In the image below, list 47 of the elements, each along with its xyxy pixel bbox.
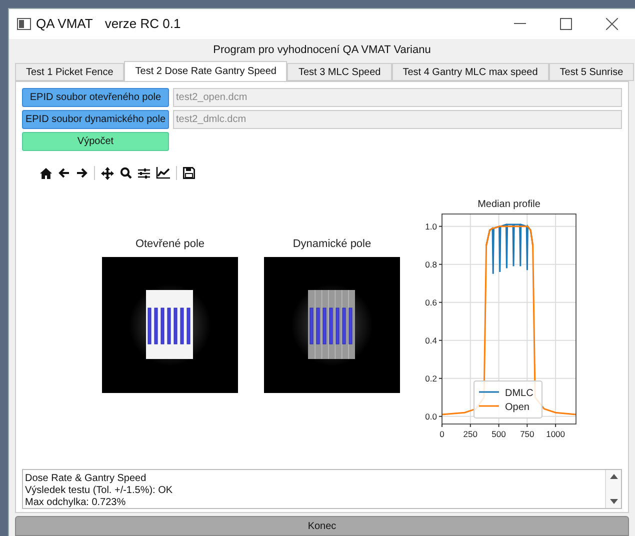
minimize-icon	[514, 23, 526, 25]
program-heading: Program pro vyhodnocení QA VMAT Varianu	[213, 42, 431, 58]
close-icon	[606, 18, 618, 30]
scroll-bar[interactable]	[605, 470, 621, 508]
image-title: Dynamické pole	[292, 237, 372, 252]
y-tick-label: 1.0	[425, 221, 437, 232]
version-label: verze RC 0.1	[104, 15, 181, 34]
y-tick-label: 0.8	[425, 259, 437, 270]
y-tick-label: 0.2	[425, 373, 437, 384]
tab[interactable]: Test 3 MLC Speed	[287, 63, 392, 81]
x-tick-label: 1000	[546, 429, 566, 439]
back-arrow-icon[interactable]	[58, 168, 70, 178]
line-chart-icon[interactable]	[156, 167, 170, 179]
chart-title: Median profile	[478, 199, 540, 210]
tab[interactable]: Test 2 Dose Rate Gantry Speed	[124, 61, 288, 81]
save-icon[interactable]	[183, 167, 195, 179]
forward-arrow-icon[interactable]	[76, 168, 88, 178]
maximize-icon	[560, 18, 572, 30]
y-tick-label: 0.0	[425, 411, 437, 422]
tab[interactable]: Test 4 Gantry MLC max speed	[392, 63, 549, 81]
file-select-button[interactable]: EPID soubor dynamického pole	[22, 110, 169, 129]
window-title: QA VMAT	[36, 15, 93, 34]
compute-button[interactable]: Výpočet	[22, 132, 169, 151]
y-tick-label: 0.6	[425, 297, 437, 308]
exit-button[interactable]: Konec	[15, 516, 629, 536]
legend-label: Open	[505, 402, 530, 413]
tab[interactable]: Test 1 Picket Fence	[15, 63, 124, 81]
scroll-up-icon[interactable]	[610, 474, 618, 479]
search-icon[interactable]	[120, 167, 132, 179]
sliders-icon[interactable]	[138, 168, 150, 178]
x-tick-label: 750	[520, 429, 534, 439]
x-tick-label: 0	[440, 429, 444, 439]
move-icon[interactable]	[101, 166, 114, 180]
legend-label: DMLC	[505, 388, 534, 399]
x-tick-label: 250	[463, 429, 478, 439]
home-icon[interactable]	[40, 168, 52, 178]
y-tick-label: 0.4	[425, 335, 437, 346]
log-line: Výsledek testu (Tol. +/-1.5%): OK	[25, 485, 174, 497]
legend-background	[474, 380, 542, 418]
x-tick-label: 500	[492, 429, 506, 439]
scroll-down-icon[interactable]	[610, 499, 618, 504]
log-line: Max odchylka: 0.723%	[25, 497, 127, 508]
app-icon	[17, 18, 31, 30]
file-select-button[interactable]: EPID soubor otevřeného pole	[22, 88, 169, 107]
log-line: Dose Rate & Gantry Speed	[25, 473, 148, 485]
image-title: Otevřené pole	[135, 237, 205, 252]
tab[interactable]: Test 5 Sunrise	[548, 63, 634, 81]
